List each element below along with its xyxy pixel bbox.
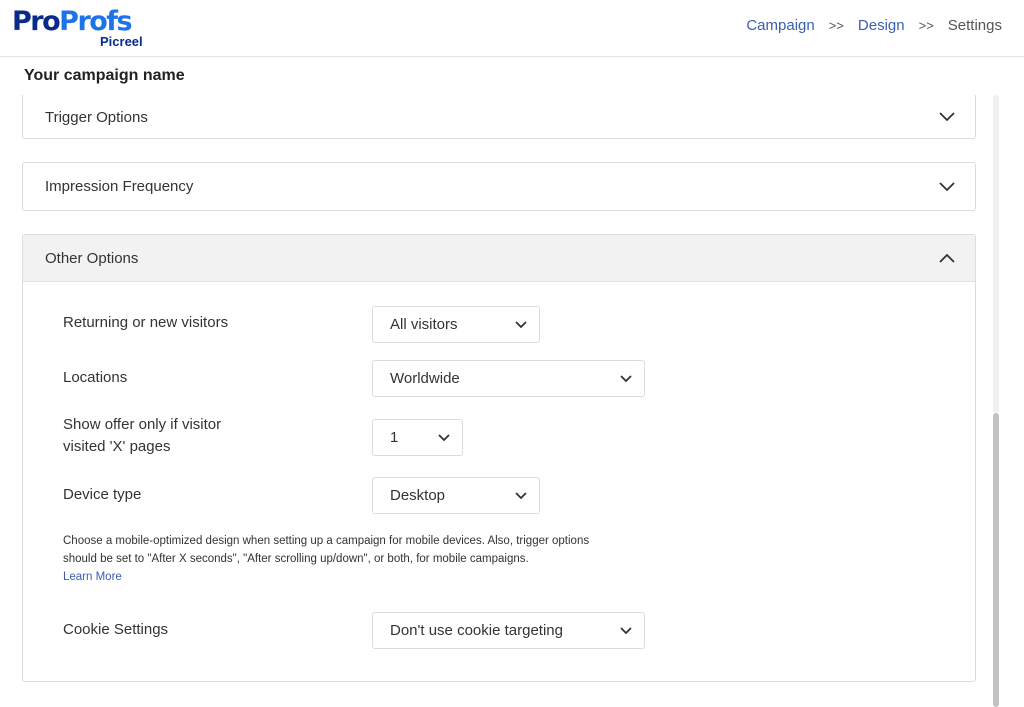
- panel-title: Impression Frequency: [45, 178, 194, 195]
- breadcrumb-campaign[interactable]: Campaign: [746, 17, 814, 35]
- breadcrumb-separator: >>: [918, 18, 934, 33]
- panel-title: Other Options: [45, 249, 139, 267]
- select-value: All visitors: [390, 316, 458, 333]
- chevron-down-icon: [939, 181, 955, 191]
- chevron-up-icon: [939, 253, 955, 263]
- select-value: 1: [390, 429, 399, 446]
- locations-label: Locations: [63, 369, 128, 386]
- logo-pro: Pro: [12, 6, 61, 37]
- panel-title: Trigger Options: [45, 108, 148, 126]
- logo-subtitle: Picreel: [100, 34, 143, 49]
- campaign-name: Your campaign name: [24, 67, 185, 84]
- chevron-down-icon: [620, 374, 632, 382]
- pages-label-line1: Show offer only if visitor: [63, 416, 222, 433]
- header: ProProfs Picreel Campaign >> Design >> S…: [0, 0, 1024, 57]
- logo-wordmark: ProProfs: [12, 6, 133, 37]
- scrollbar-track[interactable]: [993, 95, 999, 413]
- visitors-label: Returning or new visitors: [63, 314, 229, 331]
- locations-select[interactable]: Worldwide: [372, 360, 645, 397]
- cookie-label: Cookie Settings: [63, 621, 169, 638]
- scrollbar[interactable]: [993, 95, 999, 707]
- breadcrumb-separator: >>: [828, 18, 844, 33]
- proprofs-logo[interactable]: ProProfs Picreel: [12, 6, 152, 50]
- breadcrumb-design[interactable]: Design: [858, 17, 905, 35]
- logo-profs: Profs: [59, 6, 132, 37]
- chevron-down-icon: [515, 320, 527, 328]
- chevron-down-icon: [620, 626, 632, 634]
- impression-frequency-header[interactable]: Impression Frequency: [23, 163, 975, 210]
- visitors-select[interactable]: All visitors: [372, 306, 540, 343]
- other-options-header[interactable]: Other Options: [23, 235, 975, 282]
- breadcrumb-settings: Settings: [947, 17, 1002, 34]
- pages-select[interactable]: 1: [372, 419, 463, 456]
- select-value: Don't use cookie targeting: [390, 622, 563, 639]
- breadcrumb: Campaign >> Design >> Settings: [746, 17, 1002, 35]
- cookie-select[interactable]: Don't use cookie targeting: [372, 612, 645, 649]
- device-select[interactable]: Desktop: [372, 477, 540, 514]
- pages-label-line2: visited 'X' pages: [63, 438, 171, 455]
- device-label: Device type: [63, 486, 142, 503]
- pages-label: Show offer only if visitor visited 'X' p…: [63, 414, 221, 458]
- scrollbar-thumb[interactable]: [993, 413, 999, 707]
- help-text: Choose a mobile-optimized design when se…: [63, 535, 590, 565]
- impression-frequency-panel: Impression Frequency: [22, 162, 976, 211]
- chevron-down-icon: [438, 433, 450, 441]
- select-value: Worldwide: [390, 370, 460, 387]
- settings-scroll-area: Trigger Options Impression Frequency Oth…: [0, 95, 1024, 707]
- learn-more-link[interactable]: Learn More: [63, 571, 122, 583]
- trigger-options-panel: Trigger Options: [22, 95, 976, 139]
- chevron-down-icon: [939, 112, 955, 122]
- other-options-panel: Other Options Returning or new visitors …: [22, 234, 976, 682]
- select-value: Desktop: [390, 487, 446, 504]
- chevron-down-icon: [515, 491, 527, 499]
- mobile-help-text: Choose a mobile-optimized design when se…: [63, 532, 623, 586]
- trigger-options-header[interactable]: Trigger Options: [23, 95, 975, 140]
